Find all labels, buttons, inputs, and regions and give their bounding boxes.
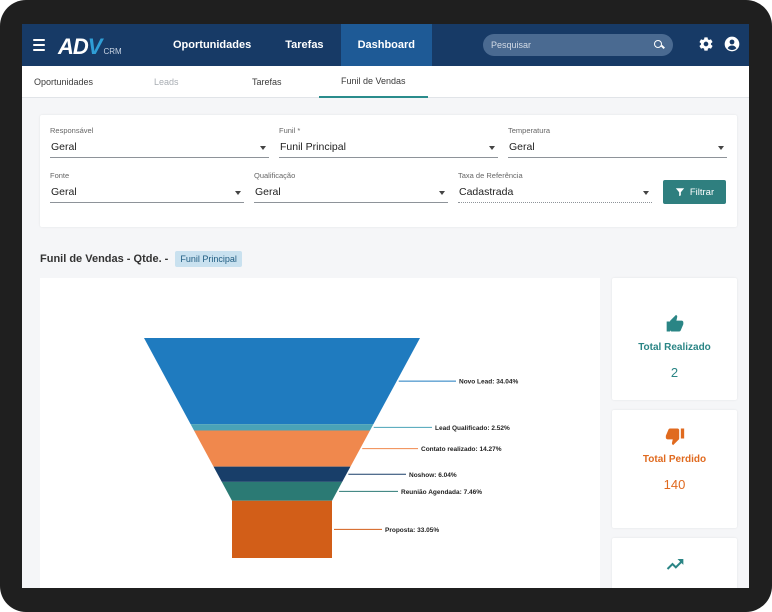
temperatura-select[interactable]: Geral [508, 138, 727, 158]
filter-panel: Responsável Geral Funil * Funil Principa… [40, 115, 737, 227]
trend-up-icon [666, 559, 683, 570]
funnel-segment[interactable] [190, 424, 374, 431]
responsavel-label: Responsável [50, 126, 94, 135]
funil-filter: Funil * Funil Principal [279, 126, 498, 160]
funnel-badge: Funil Principal [175, 251, 242, 267]
funnel-segment[interactable] [144, 338, 420, 425]
subtab-oportunidades[interactable]: Oportunidades [34, 66, 93, 98]
funnel-data-label: Noshow: 6.04% [409, 472, 457, 479]
thumbs-up-icon [666, 314, 683, 332]
funnel-segment[interactable] [213, 466, 351, 482]
funnel-data-label: Lead Qualificado: 2.52% [435, 425, 510, 432]
qualificacao-label: Qualificação [254, 171, 296, 180]
fonte-select[interactable]: Geral [50, 183, 244, 203]
logo-suffix: CRM [103, 47, 122, 56]
qualificacao-select[interactable]: Geral [254, 183, 448, 203]
taxa-referencia-value: Cadastrada [459, 186, 514, 198]
kpi-label: Total Realizado [638, 342, 711, 353]
kpi-value: 140 [663, 477, 686, 492]
funnel-data-label: Proposta: 33.05% [385, 527, 439, 534]
nav-oportunidades[interactable]: Oportunidades [156, 24, 268, 66]
logo-mark: ADV [58, 34, 102, 59]
search-input[interactable] [491, 40, 653, 50]
chevron-down-icon [489, 146, 495, 150]
kpi-label: Total Perdido [642, 454, 707, 465]
search-icon[interactable] [653, 39, 665, 51]
top-icons [698, 36, 740, 52]
device-frame: ADV CRM Oportunidades Tarefas Dashboard [0, 0, 772, 612]
subtab-leads[interactable]: Leads [154, 66, 179, 98]
gear-icon[interactable] [698, 36, 714, 52]
subtab-funil-de-vendas[interactable]: Funil de Vendas [319, 66, 428, 98]
chevron-down-icon [643, 191, 649, 195]
nav-tarefas[interactable]: Tarefas [268, 24, 340, 66]
app-screen: ADV CRM Oportunidades Tarefas Dashboard [22, 24, 749, 588]
fonte-label: Fonte [50, 171, 70, 180]
responsavel-filter: Responsável Geral [50, 126, 269, 160]
funnel-data-label: Reunião Agendada: 7.46% [401, 489, 482, 496]
temperatura-filter: Temperatura Geral [508, 126, 727, 160]
kpi-value: 2 [670, 365, 679, 380]
funil-label: Funil * [279, 126, 301, 135]
chevron-down-icon [439, 191, 445, 195]
user-account-icon[interactable] [724, 36, 740, 52]
qualificacao-value: Geral [255, 186, 281, 198]
funnel-icon [675, 188, 685, 197]
kpi-total-perdido: Total Perdido 140 [612, 410, 737, 528]
funnel-data-label: Contato realizado: 14.27% [421, 446, 502, 453]
taxa-referencia-select[interactable]: Cadastrada [458, 183, 652, 203]
subtab-tarefas[interactable]: Tarefas [252, 66, 282, 98]
funnel-chart: Novo Lead: 34.04% Lead Qualificado: 2.52%… [144, 338, 518, 558]
section-header: Funil de Vendas - Qtde. - Funil Principa… [40, 250, 242, 268]
divider [601, 278, 612, 588]
nav-dashboard[interactable]: Dashboard [340, 24, 433, 66]
chevron-down-icon [235, 191, 241, 195]
menu-icon[interactable] [22, 24, 56, 66]
kpi-trend [612, 538, 737, 588]
page-title: Funil de Vendas - Qtde. - [40, 253, 169, 265]
funil-select[interactable]: Funil Principal [279, 138, 498, 158]
chevron-down-icon [718, 146, 724, 150]
funil-value: Funil Principal [280, 141, 346, 153]
sub-navbar: Oportunidades Leads Tarefas Funil de Ven… [22, 66, 749, 98]
main-nav: Oportunidades Tarefas Dashboard [156, 24, 433, 66]
filter-button[interactable]: Filtrar [663, 180, 726, 204]
funnel-chart-card: Novo Lead: 34.04% Lead Qualificado: 2.52%… [40, 278, 600, 588]
top-navbar: ADV CRM Oportunidades Tarefas Dashboard [22, 24, 749, 66]
funnel-segment[interactable] [232, 500, 332, 558]
app-logo[interactable]: ADV CRM [58, 31, 156, 59]
search-box [483, 34, 673, 56]
responsavel-value: Geral [51, 141, 77, 153]
temperatura-value: Geral [509, 141, 535, 153]
filter-button-label: Filtrar [689, 186, 715, 198]
responsavel-select[interactable]: Geral [50, 138, 269, 158]
temperatura-label: Temperatura [508, 126, 551, 135]
qualificacao-filter: Qualificação Geral [254, 171, 448, 205]
thumbs-down-icon [665, 428, 684, 446]
taxa-referencia-label: Taxa de Referência [458, 171, 523, 180]
fonte-value: Geral [51, 186, 77, 198]
fonte-filter: Fonte Geral [50, 171, 244, 205]
chevron-down-icon [260, 146, 266, 150]
kpi-total-realizado: Total Realizado 2 [612, 278, 737, 400]
funnel-segment[interactable] [194, 430, 370, 467]
taxa-referencia-filter: Taxa de Referência Cadastrada [458, 171, 652, 205]
funnel-data-label: Novo Lead: 34.04% [459, 379, 518, 386]
funnel-segment[interactable] [221, 481, 343, 501]
